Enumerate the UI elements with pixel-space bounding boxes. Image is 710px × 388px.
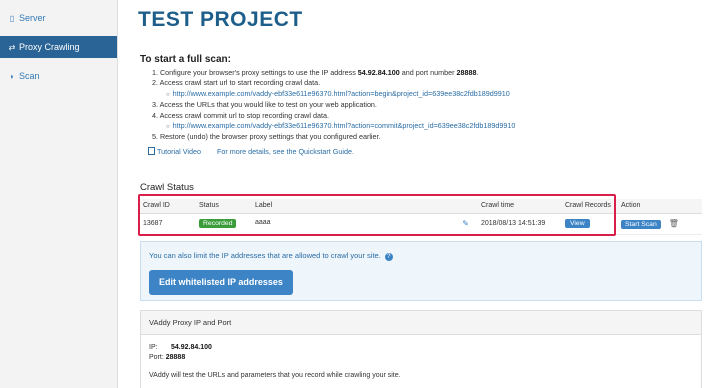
bullet-icon: ○ <box>166 91 170 98</box>
proxy-info-panel: VAddy Proxy IP and Port IP: 54.92.84.100 … <box>140 310 702 388</box>
proxy-panel-body: IP: 54.92.84.100 Port: 28888 VAddy will t… <box>141 335 701 381</box>
crawl-commit-url[interactable]: ○ http://www.example.com/vaddy-ebf33e611e… <box>152 121 702 132</box>
main-content: TEST PROJECT To start a full scan: 1. Co… <box>138 0 710 388</box>
column-header-action: Action <box>616 199 702 214</box>
step-5: 5. Restore (undo) the browser proxy sett… <box>152 132 381 142</box>
trash-icon[interactable]: 🗑 <box>669 219 679 228</box>
sidebar-item-server[interactable]: ▯ Server <box>0 7 117 29</box>
sidebar-item-label: Scan <box>19 71 40 81</box>
action-cell: Start Scan 🗑 <box>616 213 702 235</box>
crawl-start-url[interactable]: ○ http://www.example.com/vaddy-ebf33e611e… <box>152 89 702 100</box>
proxy-ip-row: IP: 54.92.84.100 <box>149 344 212 351</box>
server-icon: ▯ <box>9 13 15 23</box>
help-links: Tutorial Video For more details, see the… <box>148 147 354 156</box>
shield-icon: ◗ <box>9 71 15 81</box>
highlight-annotation <box>138 194 616 236</box>
page-title: TEST PROJECT <box>138 8 303 31</box>
sidebar-item-label: Proxy Crawling <box>19 42 80 52</box>
sidebar: ▯ Server ⇄ Proxy Crawling ◗ Scan <box>0 0 118 388</box>
step-4: 4. Access crawl commit url to stop recor… <box>152 110 329 120</box>
document-icon <box>148 147 155 155</box>
step-1: 1. Configure your browser's proxy settin… <box>152 68 479 77</box>
quickstart-guide-link[interactable]: For more details, see the Quickstart Gui… <box>217 147 354 156</box>
proxy-description: VAddy will test the URLs and parameters … <box>149 372 401 379</box>
proxy-panel-heading: VAddy Proxy IP and Port <box>141 311 701 335</box>
tutorial-video-link[interactable]: Tutorial Video <box>148 147 201 156</box>
scan-steps: 1. Configure your browser's proxy settin… <box>152 68 702 143</box>
sidebar-item-proxy-crawling[interactable]: ⇄ Proxy Crawling <box>0 36 117 58</box>
whitelist-note: You can also limit the IP addresses that… <box>149 251 393 261</box>
proxy-port-value: 28888 <box>165 354 186 361</box>
start-scan-button[interactable]: Start Scan <box>621 219 661 229</box>
bullet-icon: ○ <box>166 124 170 131</box>
step-ip: 54.92.84.100 <box>357 68 400 77</box>
whitelist-panel: You can also limit the IP addresses that… <box>140 241 702 301</box>
help-icon[interactable]: ? <box>384 253 393 261</box>
edit-whitelist-button[interactable]: Edit whitelisted IP addresses <box>149 270 293 295</box>
full-scan-heading: To start a full scan: <box>140 54 231 65</box>
sidebar-item-scan[interactable]: ◗ Scan <box>0 65 117 87</box>
step-port: 28888 <box>456 68 477 77</box>
crawl-status-heading: Crawl Status <box>140 182 194 193</box>
step-3: 3. Access the URLs that you would like t… <box>152 100 377 110</box>
proxy-port-row: Port: 28888 <box>149 354 186 361</box>
proxy-ip-value: 54.92.84.100 <box>171 344 212 351</box>
sidebar-item-label: Server <box>19 13 46 23</box>
arrows-icon: ⇄ <box>8 42 16 52</box>
step-2: 2. Access crawl start url to start recor… <box>152 78 321 88</box>
